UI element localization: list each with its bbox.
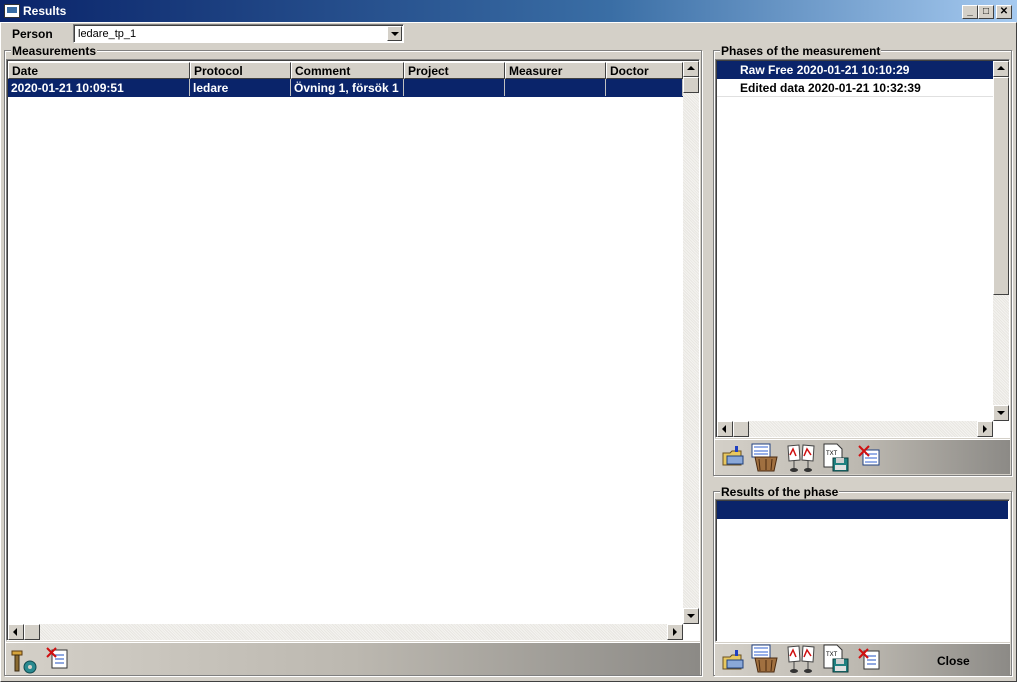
tools-icon [11, 650, 37, 674]
open-result-button[interactable] [721, 649, 745, 673]
measurements-toolbar [6, 642, 700, 675]
column-comment[interactable]: Comment [291, 62, 404, 79]
hscroll-thumb[interactable] [24, 624, 40, 640]
column-measurer[interactable]: Measurer [505, 62, 606, 79]
chart-basket-icon [751, 443, 778, 472]
column-doctor[interactable]: Doctor [606, 62, 683, 79]
app-icon [4, 4, 20, 18]
cell-project [404, 79, 505, 96]
close-window-button[interactable]: ✕ [996, 5, 1012, 19]
close-icon: ✕ [999, 6, 1009, 17]
result-chart-basket-button[interactable] [750, 644, 778, 673]
delete-chart-icon [858, 445, 880, 466]
arrow-right-icon [673, 628, 677, 636]
delete-phase-button[interactable] [858, 445, 882, 469]
arrow-up-icon [997, 66, 1005, 70]
results-title: Results of the phase [720, 485, 840, 499]
result-export-txt-button[interactable]: TXT [822, 644, 849, 673]
tools-button[interactable] [10, 649, 37, 674]
chart-basket-button[interactable] [750, 443, 778, 472]
compare-charts-button[interactable] [786, 443, 815, 472]
scroll-up-button[interactable] [993, 61, 1009, 77]
arrow-up-icon [687, 66, 695, 70]
chart-basket-icon [751, 644, 778, 673]
person-dropdown-button[interactable] [387, 26, 402, 41]
cell-doctor [606, 79, 683, 96]
measurements-list[interactable]: Date Protocol Comment Project Measurer D… [6, 59, 700, 641]
delete-result-button[interactable] [858, 648, 882, 672]
person-select-value: ledare_tp_1 [78, 28, 137, 40]
arrow-left-icon [722, 425, 726, 433]
delete-report-icon [858, 648, 880, 670]
phases-title: Phases of the measurement [720, 44, 882, 58]
open-phase-button[interactable] [721, 445, 745, 469]
arrow-left-icon [13, 628, 17, 636]
list-item[interactable] [717, 501, 1008, 519]
measurements-hscroll[interactable] [8, 624, 683, 640]
column-date[interactable]: Date [8, 62, 190, 79]
scroll-thumb[interactable] [683, 77, 699, 93]
list-item[interactable]: Edited data 2020-01-21 10:32:39 [717, 79, 994, 97]
export-txt-icon: TXT [823, 644, 849, 673]
list-item[interactable]: Raw Free 2020-01-21 10:10:29 [717, 61, 994, 79]
open-folder-icon [722, 446, 744, 466]
cell-date: 2020-01-21 10:09:51 [8, 79, 190, 96]
minimize-icon: _ [967, 6, 973, 17]
column-protocol[interactable]: Protocol [190, 62, 291, 79]
svg-text:TXT: TXT [826, 652, 838, 658]
window-title: Results [23, 4, 67, 18]
phases-hscroll[interactable] [717, 421, 993, 437]
cell-comment: Övning 1, försök 1 [291, 79, 404, 96]
person-select[interactable]: ledare_tp_1 [73, 24, 404, 43]
scroll-left-button[interactable] [8, 624, 24, 640]
hscroll-thumb[interactable] [733, 421, 749, 437]
result-compare-charts-button[interactable] [786, 644, 815, 673]
delete-report-icon [46, 647, 68, 669]
scroll-up-button[interactable] [683, 61, 699, 77]
arrow-right-icon [983, 425, 987, 433]
phases-toolbar: TXT [715, 439, 1010, 474]
export-txt-icon: TXT [823, 443, 849, 472]
maximize-button[interactable]: □ [978, 5, 994, 19]
scroll-down-button[interactable] [683, 608, 699, 624]
arrow-down-icon [687, 614, 695, 618]
chevron-down-icon [391, 32, 399, 36]
delete-measurement-button[interactable] [46, 647, 70, 671]
arrow-down-icon [997, 411, 1005, 415]
minimize-button[interactable]: _ [962, 5, 978, 19]
open-folder-icon [722, 650, 744, 670]
scroll-left-button[interactable] [717, 421, 733, 437]
scroll-right-button[interactable] [667, 624, 683, 640]
maximize-icon: □ [982, 6, 990, 17]
title-bar: Results _ □ ✕ [0, 0, 1017, 22]
scroll-down-button[interactable] [993, 405, 1009, 421]
phases-list[interactable]: Raw Free 2020-01-21 10:10:29 Edited data… [715, 59, 1010, 438]
column-project[interactable]: Project [404, 62, 505, 79]
scroll-thumb[interactable] [993, 77, 1009, 295]
svg-text:TXT: TXT [826, 451, 838, 457]
results-list[interactable] [715, 499, 1010, 642]
cell-measurer [505, 79, 606, 96]
results-toolbar: TXT Close [715, 643, 1010, 676]
table-row[interactable]: 2020-01-21 10:09:51 ledare Övning 1, för… [8, 79, 683, 97]
export-txt-button[interactable]: TXT [822, 443, 849, 472]
close-button[interactable]: Close [937, 654, 970, 668]
person-label: Person [12, 27, 53, 41]
scroll-right-button[interactable] [977, 421, 993, 437]
compare-charts-icon [787, 444, 815, 472]
compare-charts-icon [787, 645, 815, 673]
measurements-title: Measurements [11, 44, 98, 58]
cell-protocol: ledare [190, 79, 291, 96]
measurements-vscroll[interactable] [683, 61, 699, 624]
